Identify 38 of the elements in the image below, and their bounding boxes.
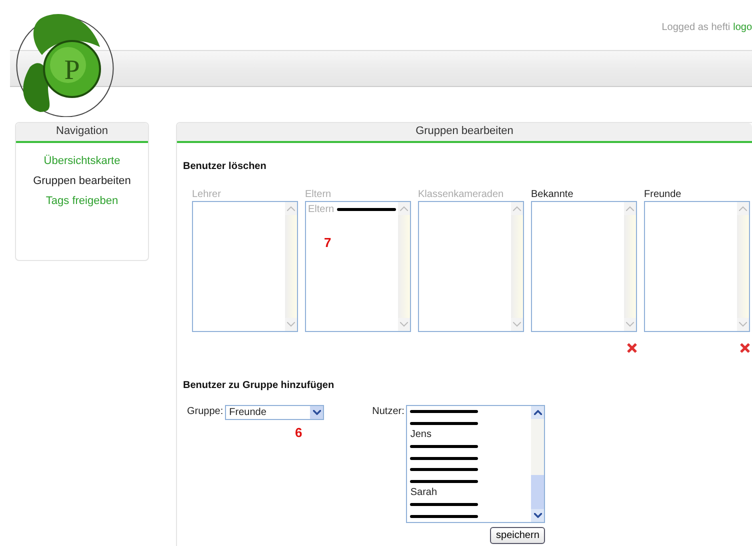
member-list[interactable] bbox=[644, 201, 750, 332]
field-label: Gruppe: bbox=[187, 405, 224, 419]
group-label: Lehrer bbox=[192, 189, 222, 201]
section-heading: Benutzer zu Gruppe hinzufügen bbox=[183, 380, 336, 391]
annotation-number: 7 bbox=[324, 235, 332, 250]
redaction-mark bbox=[410, 514, 478, 518]
redaction-mark bbox=[410, 503, 478, 506]
redaction-mark bbox=[410, 480, 478, 483]
delete-icon[interactable] bbox=[627, 343, 637, 353]
group-label: Eltern bbox=[305, 189, 332, 201]
redaction-mark bbox=[410, 445, 478, 448]
user-list[interactable]: Jens Sarah bbox=[406, 405, 546, 523]
field-label: Nutzer: bbox=[372, 405, 404, 419]
group-label: Freunde bbox=[644, 189, 682, 201]
annotation-number: 6 bbox=[295, 425, 302, 440]
member-list[interactable] bbox=[418, 201, 524, 332]
group-label: Bekannte bbox=[531, 189, 574, 201]
redaction-mark bbox=[410, 456, 478, 460]
caret-down-icon[interactable] bbox=[534, 513, 542, 518]
save-button[interactable]: speichern bbox=[490, 527, 546, 544]
user-item[interactable]: Jens bbox=[410, 429, 432, 440]
delete-icon[interactable] bbox=[740, 343, 750, 353]
scrollbar[interactable] bbox=[531, 406, 544, 522]
redaction-mark bbox=[410, 468, 478, 472]
redaction-mark bbox=[410, 422, 478, 425]
member-list[interactable] bbox=[531, 201, 637, 332]
member-list[interactable] bbox=[192, 201, 298, 332]
login-status: Logged as hefti bbox=[662, 22, 730, 33]
section-heading: Benutzer löschen bbox=[183, 161, 268, 172]
panel-header: Gruppen bearbeiten bbox=[177, 123, 752, 143]
user-item[interactable]: Sarah bbox=[410, 487, 438, 498]
caret-up-icon[interactable] bbox=[534, 410, 542, 415]
group-label: Klassenkameraden bbox=[418, 189, 505, 201]
group-select[interactable]: Freunde bbox=[225, 405, 324, 420]
panel-header: Navigation bbox=[16, 123, 148, 143]
redaction-mark bbox=[410, 410, 478, 414]
nav-link[interactable]: Gruppen bearbeiten bbox=[33, 175, 131, 187]
caret-down-icon[interactable] bbox=[312, 410, 321, 415]
